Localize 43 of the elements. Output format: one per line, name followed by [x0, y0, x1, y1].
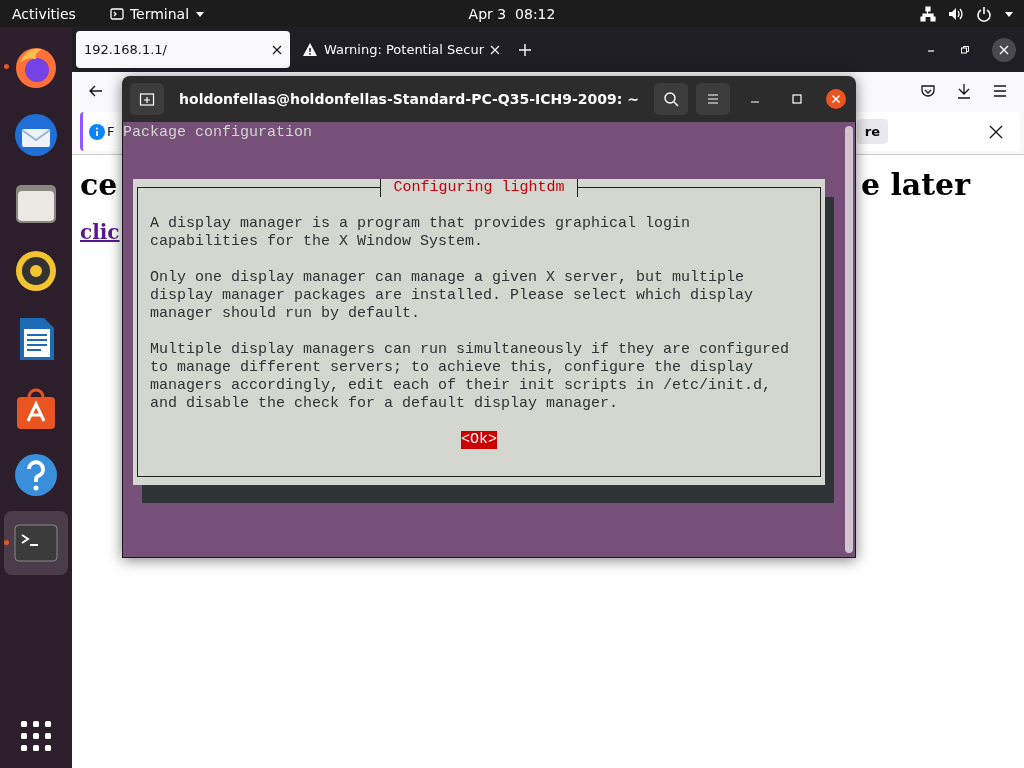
warning-icon [302, 41, 318, 58]
new-tab-button[interactable] [130, 83, 164, 115]
help-icon[interactable] [12, 451, 60, 499]
network-icon[interactable] [920, 5, 936, 22]
activities-button[interactable]: Activities [12, 5, 76, 22]
maximize-icon[interactable] [792, 94, 802, 104]
browser-tab[interactable]: 192.168.1.1/ [76, 31, 290, 68]
dialog-paragraph: A display manager is a program that provides graphical login capabilities for the X Window System. [150, 215, 692, 251]
close-icon[interactable] [272, 44, 282, 55]
restore-icon[interactable] [960, 44, 970, 55]
dialog-paragraph: Multiple display managers can run simultaneously if they are configured to manage different servers; to achieve this, configure the display managers accordingly, edit each of their init scripts in /etc/init.d, and disable the check for a default display manager. [150, 341, 791, 413]
dialog-paragraph: Only one display manager can manage a given X server, but multiple display manager packages are installed. Please select which display manager should run by default. [150, 269, 755, 323]
new-tab-icon [139, 91, 155, 107]
info-icon [89, 123, 105, 140]
page-heading: e later [860, 167, 970, 202]
screen-title: Package configuration [123, 124, 314, 142]
window-title: holdonfellas@holdonfellas-Standard-PC-Q35-ICH9-2009: ~ [178, 91, 640, 107]
dialog-title: Configuring lightdm [380, 179, 578, 197]
mail-bird-icon[interactable] [12, 111, 60, 159]
browser-tab[interactable]: Warning: Potential Secur [294, 31, 509, 68]
close-icon[interactable] [988, 123, 1004, 140]
app-grid-icon[interactable] [20, 720, 52, 752]
notification-button[interactable]: re [856, 119, 888, 144]
download-icon[interactable] [956, 83, 972, 99]
close-icon[interactable] [826, 89, 846, 109]
pocket-icon[interactable] [920, 83, 936, 99]
scrollbar[interactable] [845, 126, 853, 553]
close-icon[interactable] [992, 37, 1016, 62]
menu-icon [706, 92, 720, 106]
page-link[interactable]: clic [80, 220, 120, 244]
clock[interactable]: Apr 3 08:12 [468, 5, 556, 22]
menu-icon[interactable] [992, 83, 1008, 99]
new-tab-icon[interactable] [518, 42, 533, 57]
back-icon[interactable] [88, 83, 104, 99]
search-button[interactable] [654, 83, 688, 115]
app-menu[interactable]: Terminal [109, 5, 206, 22]
notification-text: F [107, 124, 115, 139]
power-icon[interactable] [976, 5, 992, 22]
page-heading: ce [80, 167, 118, 202]
menu-button[interactable] [696, 83, 730, 115]
search-icon [663, 91, 679, 107]
ok-button[interactable]: <Ok> [461, 431, 497, 449]
terminal-icon [109, 6, 124, 21]
